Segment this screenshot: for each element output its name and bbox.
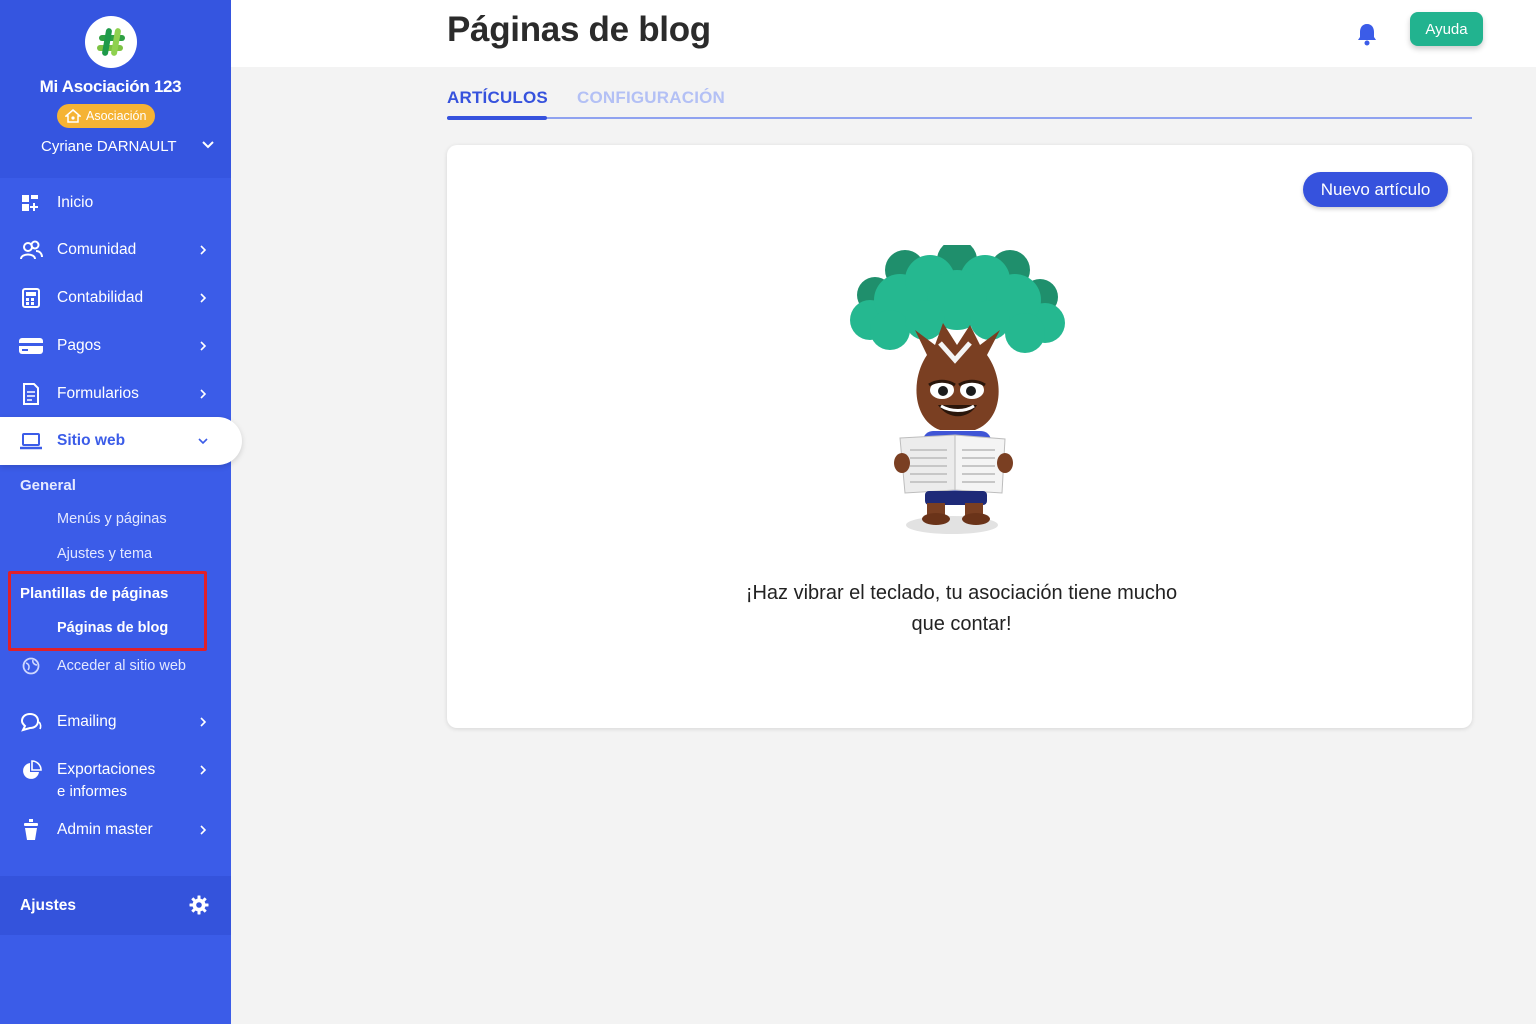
organization-type-badge: Asociación: [57, 104, 156, 128]
sidebar-item-admin-master[interactable]: Admin master: [0, 810, 231, 850]
laptop-icon: [18, 429, 44, 453]
submenu-visit-site[interactable]: Acceder al sitio web: [0, 646, 231, 686]
community-icon: [18, 238, 44, 262]
chevron-right-icon: [200, 825, 207, 835]
sidebar-item-label: Pagos: [57, 337, 101, 354]
page-title: Páginas de blog: [447, 10, 711, 49]
document-icon: [18, 382, 44, 406]
empty-message-line-2: que contar!: [911, 613, 1012, 635]
sidebar-item-label-line2: e informes: [57, 783, 128, 800]
tab-articles[interactable]: ARTÍCULOS: [447, 88, 548, 108]
settings-label: Ajustes: [20, 896, 76, 914]
user-menu[interactable]: Cyriane DARNAULT: [0, 136, 231, 158]
sidebar-item-inicio[interactable]: Inicio: [0, 183, 231, 223]
new-article-button[interactable]: Nuevo artículo: [1303, 172, 1448, 207]
chevron-right-icon: [200, 293, 207, 303]
sidebar-item-label: Formularios: [57, 385, 139, 402]
sidebar-item-label: Contabilidad: [57, 289, 144, 306]
gear-icon[interactable]: [189, 895, 209, 915]
sidebar-item-label: Emailing: [57, 713, 117, 730]
cup-icon: [18, 818, 44, 842]
sidebar-item-label: Inicio: [57, 194, 94, 211]
highlight-annotation: [8, 571, 207, 651]
credit-card-icon: [18, 334, 44, 358]
help-button[interactable]: Ayuda: [1410, 12, 1483, 46]
chevron-right-icon: [200, 717, 207, 727]
chevron-down-icon: [202, 141, 214, 149]
sidebar-item-exportaciones[interactable]: Exportaciones e informes: [0, 755, 231, 803]
sidebar-item-label: Sitio web: [57, 432, 126, 449]
organization-logo[interactable]: [85, 16, 137, 68]
sidebar-item-sitio-web[interactable]: Sitio web: [0, 417, 242, 465]
sidebar-item-label: Admin master: [57, 821, 153, 838]
sidebar-item-label: Comunidad: [57, 241, 137, 258]
organization-name: Mi Asociación 123: [39, 77, 182, 96]
chevron-down-icon: [198, 438, 208, 445]
empty-state-message: ¡Haz vibrar el teclado, tu asociación ti…: [709, 578, 1214, 640]
sidebar-item-contabilidad[interactable]: Contabilidad: [0, 278, 231, 318]
tree-mascot-illustration: [850, 245, 1065, 534]
submenu-settings-theme[interactable]: Ajustes y tema: [57, 546, 152, 562]
home-icon: [65, 109, 81, 123]
tab-configuration[interactable]: CONFIGURACIÓN: [577, 88, 725, 108]
sidebar-header: Mi Asociación 123 Asociación Cyriane DAR…: [0, 0, 231, 178]
sidebar-settings[interactable]: Ajustes: [0, 876, 231, 935]
chat-icon: [18, 710, 44, 734]
user-name: Cyriane DARNAULT: [41, 138, 177, 155]
dashboard-icon: [18, 191, 44, 215]
articles-panel: Nuevo artículo ¡Haz vibrar el teclado, t…: [447, 145, 1472, 728]
bell-icon[interactable]: [1356, 22, 1378, 46]
chevron-right-icon: [200, 341, 207, 351]
top-header: Páginas de blog Ayuda: [231, 0, 1536, 67]
submenu-general-title: General: [20, 477, 76, 494]
sidebar-item-label: Exportaciones: [57, 761, 156, 778]
submenu-menus-pages[interactable]: Menús y páginas: [57, 511, 167, 527]
calculator-icon: [18, 286, 44, 310]
hashtag-logo-icon: [97, 28, 125, 56]
badge-label: Asociación: [86, 109, 147, 123]
tab-bar: ARTÍCULOS CONFIGURACIÓN: [447, 86, 1472, 120]
sidebar-item-pagos[interactable]: Pagos: [0, 326, 231, 366]
chevron-right-icon: [200, 389, 207, 399]
sidebar: Mi Asociación 123 Asociación Cyriane DAR…: [0, 0, 242, 1024]
sidebar-item-label: Acceder al sitio web: [57, 658, 186, 674]
active-tab-indicator: [447, 116, 547, 120]
sidebar-item-emailing[interactable]: Emailing: [0, 702, 231, 742]
pie-chart-icon: [18, 759, 44, 783]
sidebar-item-comunidad[interactable]: Comunidad: [0, 230, 231, 270]
globe-icon: [18, 654, 44, 678]
chevron-right-icon: [200, 765, 207, 775]
sidebar-item-formularios[interactable]: Formularios: [0, 374, 231, 414]
chevron-right-icon: [200, 245, 207, 255]
empty-message-line-1: ¡Haz vibrar el teclado, tu asociación ti…: [745, 582, 1178, 604]
